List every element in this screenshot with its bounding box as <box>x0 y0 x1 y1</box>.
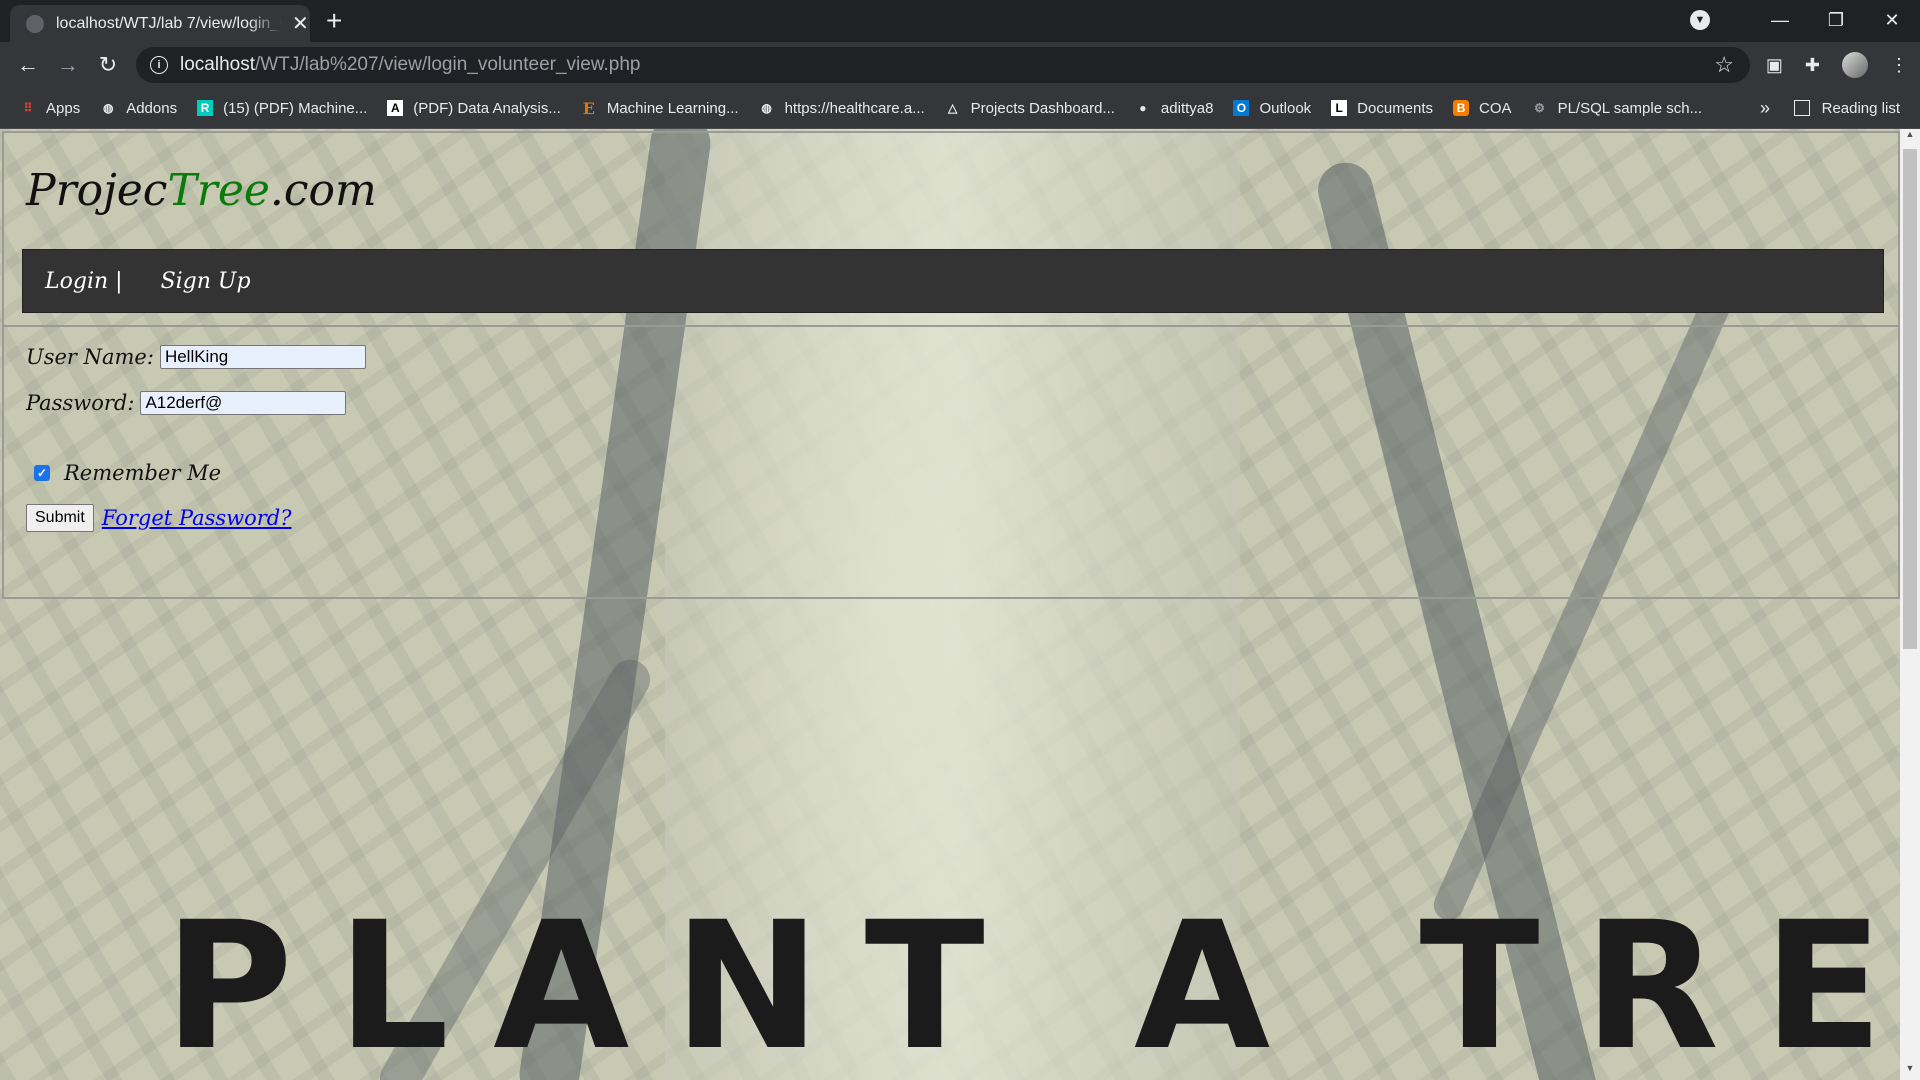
bookmark-plsql[interactable]: ⚙ PL/SQL sample sch... <box>1532 99 1703 117</box>
globe-icon: ◍ <box>761 101 772 115</box>
url-text[interactable]: localhost/WTJ/lab%207/view/login_volunte… <box>180 54 641 76</box>
documents-icon: L <box>1331 100 1348 116</box>
tab-title: localhost/WTJ/lab 7/view/login_volunteer… <box>56 14 282 32</box>
back-button[interactable]: ← <box>8 52 48 78</box>
scroll-down-arrow-icon[interactable]: ▼ <box>1900 1063 1920 1080</box>
remember-row: ✓ Remember Me <box>26 461 227 485</box>
login-form: User Name: Password: ✓ Remember Me Submi… <box>2 325 1900 599</box>
page-viewport: ProjecTree.com Login | Sign Up User Name… <box>0 129 1900 1080</box>
scroll-thumb[interactable] <box>1903 149 1917 649</box>
scroll-up-arrow-icon[interactable]: ▲ <box>1900 129 1920 146</box>
bookmark-label: https://healthcare.a... <box>784 99 925 117</box>
browser-menu-icon[interactable]: ⋮ <box>1890 55 1908 76</box>
password-row: Password: <box>26 391 347 415</box>
logo-accent: Tree <box>167 165 270 216</box>
bookmark-outlook[interactable]: O Outlook <box>1233 100 1311 117</box>
bookmark-label: (PDF) Data Analysis... <box>413 99 561 117</box>
bookmark-documents[interactable]: L Documents <box>1331 100 1433 117</box>
logo-prefix: Projec <box>26 165 168 216</box>
actions-row: Submit Forget Password? <box>26 504 292 532</box>
username-input[interactable] <box>159 345 366 369</box>
bookmark-label: PL/SQL sample sch... <box>1557 99 1703 117</box>
forward-button[interactable]: → <box>48 52 88 78</box>
reading-list-button[interactable]: Reading list <box>1793 99 1900 117</box>
bookmark-label: COA <box>1479 99 1512 117</box>
site-logo: ProjecTree.com <box>26 165 377 216</box>
blogger-icon: B <box>1453 100 1470 116</box>
toolbar-extensions: ▣ ✚ ⋮ <box>1766 42 1908 88</box>
site-header: ProjecTree.com Login | Sign Up <box>2 131 1900 327</box>
bookmark-label: Apps <box>46 99 81 117</box>
remember-me-checkbox[interactable]: ✓ <box>34 465 50 481</box>
reading-list-label: Reading list <box>1821 99 1900 117</box>
bookmark-label: Projects Dashboard... <box>970 99 1115 117</box>
more-bookmarks-icon[interactable]: » <box>1760 98 1770 119</box>
username-label: User Name: <box>26 345 154 369</box>
logo-suffix: .com <box>269 165 377 216</box>
outlook-icon: O <box>1233 100 1250 116</box>
tab-close-icon[interactable]: ✕ <box>292 14 309 34</box>
browser-toolbar: ← → ↻ i localhost/WTJ/lab%207/view/login… <box>0 42 1920 88</box>
bookmark-label: Machine Learning... <box>606 99 739 117</box>
extensions-puzzle-icon[interactable]: ✚ <box>1805 55 1820 76</box>
triangle-logo-icon: △ <box>948 101 958 115</box>
reading-list-icon <box>1793 100 1810 116</box>
address-bar[interactable]: i localhost/WTJ/lab%207/view/login_volun… <box>136 47 1750 83</box>
researchgate-icon: R <box>197 100 214 116</box>
page-favicon-icon <box>26 14 44 33</box>
bookmark-coa[interactable]: B COA <box>1453 100 1512 117</box>
browser-tab-active[interactable]: localhost/WTJ/lab 7/view/login_volunteer… <box>10 5 310 42</box>
globe-icon: ◍ <box>102 101 114 115</box>
screenshot-extension-icon[interactable]: ▣ <box>1766 55 1783 76</box>
bookmark-label: Outlook <box>1259 99 1312 117</box>
restore-button[interactable]: ❐ <box>1808 10 1864 31</box>
minimize-button[interactable]: — <box>1752 10 1808 31</box>
bookmark-machine-learning[interactable]: E Machine Learning... <box>581 98 739 118</box>
bookmark-label: (15) (PDF) Machine... <box>223 99 368 117</box>
bookmark-github[interactable]: ● adittya8 <box>1135 99 1214 117</box>
github-icon: ● <box>1139 101 1147 115</box>
apps-grid-icon: ⠿ <box>23 101 33 115</box>
url-path: /WTJ/lab%207/view/login_volunteer_view.p… <box>255 54 641 75</box>
submit-button[interactable]: Submit <box>26 504 94 532</box>
bookmark-label: Documents <box>1357 99 1434 117</box>
close-window-button[interactable]: ✕ <box>1864 10 1920 31</box>
password-label: Password: <box>26 391 135 415</box>
url-host: localhost <box>180 54 255 75</box>
bookmark-researchgate[interactable]: R (15) (PDF) Machine... <box>197 100 367 117</box>
nav-login-link[interactable]: Login | <box>45 269 123 294</box>
plant-a-tree-banner: PLANT A TREE <box>164 884 1900 1080</box>
remember-me-label: Remember Me <box>64 461 222 485</box>
username-row: User Name: <box>26 345 366 369</box>
bookmark-academia[interactable]: A (PDF) Data Analysis... <box>387 100 561 117</box>
bookmark-label: Addons <box>126 99 178 117</box>
bookmark-addons[interactable]: ◍ Addons <box>100 100 177 117</box>
password-input[interactable] <box>140 391 347 415</box>
tab-strip: localhost/WTJ/lab 7/view/login_volunteer… <box>0 0 1920 42</box>
bookmark-star-icon[interactable]: ☆ <box>1714 52 1734 78</box>
database-icon: ⚙ <box>1534 101 1545 115</box>
bookmark-healthcare[interactable]: ◍ https://healthcare.a... <box>759 99 925 117</box>
site-info-icon[interactable]: i <box>150 56 168 74</box>
bookmark-apps[interactable]: ⠿ Apps <box>20 99 81 117</box>
bookmark-label: adittya8 <box>1160 99 1214 117</box>
tab-search-icon[interactable]: ▼ <box>1690 10 1710 30</box>
e-letter-icon: E <box>582 98 595 118</box>
page-scrollbar[interactable]: ▲ ▼ <box>1900 129 1920 1080</box>
reload-button[interactable]: ↻ <box>88 52 128 78</box>
forgot-password-link[interactable]: Forget Password? <box>102 506 292 530</box>
bookmarks-bar: ⠿ Apps ◍ Addons R (15) (PDF) Machine... A (P… <box>0 88 1920 129</box>
academia-icon: A <box>387 100 404 116</box>
new-tab-button[interactable]: + <box>326 6 342 36</box>
profile-avatar[interactable] <box>1842 52 1868 78</box>
window-controls: ▼ — ❐ ✕ <box>1690 0 1920 40</box>
nav-signup-link[interactable]: Sign Up <box>161 269 251 294</box>
main-nav: Login | Sign Up <box>22 249 1884 313</box>
bookmark-projects-dashboard[interactable]: △ Projects Dashboard... <box>945 100 1115 117</box>
